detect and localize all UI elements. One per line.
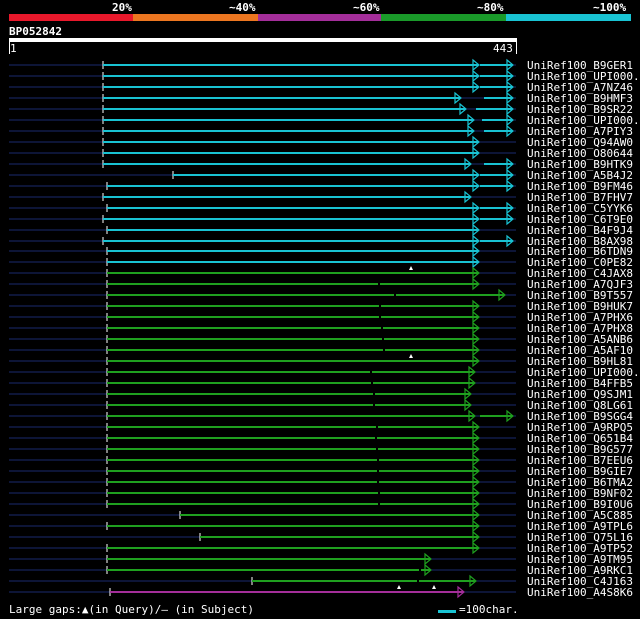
legend-large-gaps: Large gaps:▲(in Query)/– (in Subject) — [9, 603, 255, 616]
query-gap-marker — [409, 354, 413, 358]
query-gap-marker — [432, 585, 436, 589]
hit-alignment-graph: UniRef100_B9GER1UniRef100_UPI000..UniRef… — [9, 58, 640, 599]
legend-scale-text: =100char. — [459, 603, 519, 616]
hit-row[interactable]: UniRef100_A4S8K6 — [9, 585, 633, 599]
query-gap-marker — [397, 585, 401, 589]
query-gap-marker — [409, 266, 413, 270]
legend-scale-line — [438, 610, 456, 613]
hit-label[interactable]: UniRef100_A4S8K6 — [527, 586, 633, 599]
